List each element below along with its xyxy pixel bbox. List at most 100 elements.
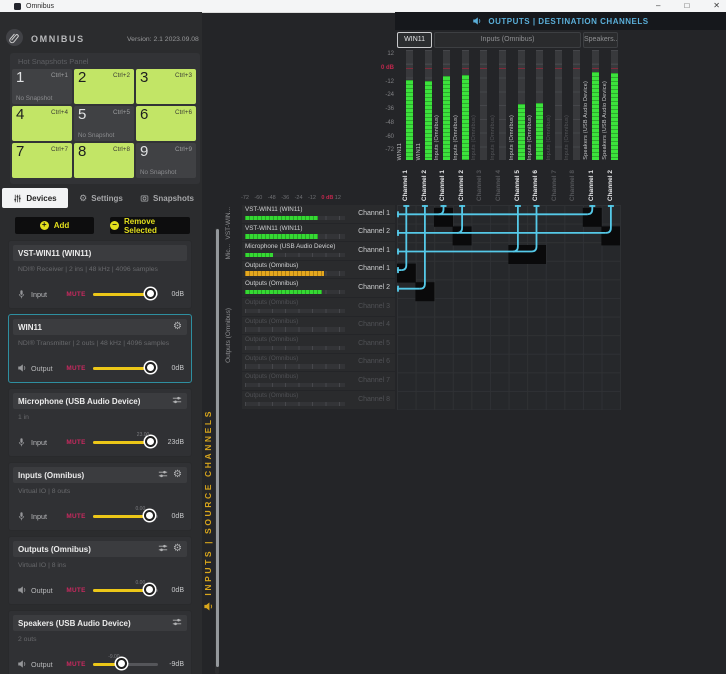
source-channel-row[interactable]: Outputs (Omnibus)Channel 2 — [242, 279, 395, 297]
source-channel-row[interactable]: Outputs (Omnibus)Channel 4 — [242, 317, 395, 335]
destination-channel-header[interactable]: Channel 2 — [602, 164, 621, 203]
slider-knob[interactable] — [116, 658, 127, 669]
device-card[interactable]: Speakers (USB Audio Device)2 outsOutputM… — [8, 610, 192, 674]
destination-group-inputs-omnibus-[interactable]: Inputs (Omnibus) — [434, 32, 581, 48]
destination-channel-header[interactable]: Channel 1 — [583, 164, 602, 203]
destination-channel-header[interactable]: Channel 2 — [453, 164, 472, 203]
gear-icon[interactable]: ⚙ — [173, 544, 182, 554]
meter-zero-line — [462, 68, 469, 69]
mute-button[interactable]: MUTE — [63, 291, 89, 298]
volume-slider[interactable] — [93, 362, 158, 374]
snapshot-slot-2[interactable]: 2Ctrl+2 — [74, 69, 134, 104]
source-channel-row[interactable]: Outputs (Omnibus)Channel 5 — [242, 335, 395, 353]
meter-track — [425, 50, 432, 160]
tab-devices[interactable]: Devices — [2, 188, 68, 208]
device-card[interactable]: VST-WIN11 (WIN11)NDI® Receiver | 2 ins |… — [8, 240, 192, 309]
snapshot-note: No Snapshot — [78, 132, 114, 139]
volume-slider[interactable]: 0.00 — [93, 510, 158, 522]
slider-knob[interactable] — [145, 436, 156, 447]
source-channel-row[interactable]: VST-WIN11 (WIN11)Channel 1 — [242, 205, 395, 223]
scrollbar-thumb[interactable] — [216, 229, 219, 667]
mute-button[interactable]: MUTE — [63, 661, 89, 668]
device-card[interactable]: Microphone (USB Audio Device)1 inInputMU… — [8, 388, 192, 457]
close-button[interactable]: ✕ — [713, 0, 720, 12]
source-channel-row[interactable]: Outputs (Omnibus)Channel 6 — [242, 354, 395, 372]
source-list-scrollbar[interactable] — [215, 228, 219, 674]
destination-channel-header[interactable]: Channel 4 — [490, 164, 509, 203]
source-meter-fill — [245, 253, 273, 258]
mixer-icon[interactable] — [172, 614, 182, 632]
source-meter-track — [245, 271, 345, 276]
volume-slider[interactable] — [93, 288, 158, 300]
output-meter: Speakers (USB Audio Device) — [583, 48, 602, 162]
minimize-button[interactable]: – — [656, 0, 660, 12]
group-label: WIN11 — [398, 33, 431, 47]
destination-channel-header[interactable]: Channel 2 — [416, 164, 435, 203]
omnibus-app-window: Omnibus – □ ✕ OMNIBUS Version: 2.1 2023.… — [0, 0, 726, 674]
gear-icon[interactable]: ⚙ — [173, 470, 182, 480]
source-channel-row[interactable]: Microphone (USB Audio Device)Channel 1 — [242, 242, 395, 260]
destination-channel-header[interactable]: Channel 7 — [546, 164, 565, 203]
source-meter-track — [245, 364, 345, 369]
source-channel-row[interactable]: Outputs (Omnibus)Channel 8 — [242, 391, 395, 409]
destination-channel-header[interactable]: Channel 1 — [434, 164, 453, 203]
slider-knob[interactable] — [145, 362, 156, 373]
slider-knob[interactable] — [145, 288, 156, 299]
destination-channel-header[interactable]: Channel 1 — [397, 164, 416, 203]
snapshot-slot-3[interactable]: 3Ctrl+3 — [136, 69, 196, 104]
snapshot-slot-9[interactable]: 9Ctrl+9No Snapshot — [136, 143, 196, 178]
destination-channel-header[interactable]: Channel 5 — [509, 164, 528, 203]
snapshot-slot-7[interactable]: 7Ctrl+7 — [12, 143, 72, 178]
slider-knob[interactable] — [144, 510, 155, 521]
destination-group-win11[interactable]: WIN11 — [397, 32, 432, 48]
tab-settings[interactable]: ⚙Settings — [68, 188, 134, 208]
channel-label: Channel 1 — [402, 170, 409, 201]
snapshot-slot-1[interactable]: 1Ctrl+1No Snapshot — [12, 69, 72, 104]
mixer-icon[interactable] — [172, 392, 182, 410]
matrix-connections-svg[interactable] — [397, 205, 620, 410]
slider-knob[interactable] — [144, 584, 155, 595]
mute-button[interactable]: MUTE — [63, 439, 89, 446]
snapshot-slot-4[interactable]: 4Ctrl+4 — [12, 106, 72, 141]
snapshot-slot-6[interactable]: 6Ctrl+6 — [136, 106, 196, 141]
device-card[interactable]: Outputs (Omnibus)⚙Virtual IO | 8 insOutp… — [8, 536, 192, 605]
source-channel-label: Channel 5 — [358, 340, 390, 347]
snapshot-slot-5[interactable]: 5Ctrl+5No Snapshot — [74, 106, 134, 141]
snapshot-shortcut: Ctrl+9 — [175, 146, 192, 153]
source-channel-row[interactable]: Outputs (Omnibus)Channel 3 — [242, 298, 395, 316]
source-channel-label: Channel 3 — [358, 303, 390, 310]
source-meter-track — [245, 290, 345, 295]
slider-value-readout: 23.00 — [137, 432, 150, 438]
volume-slider[interactable]: 0.00 — [93, 584, 158, 596]
device-card[interactable]: Inputs (Omnibus)⚙Virtual IO | 8 outsInpu… — [8, 462, 192, 531]
meter-device-label: Speakers (USB Audio Device) — [583, 81, 589, 160]
mute-button[interactable]: MUTE — [63, 587, 89, 594]
snapshot-slot-8[interactable]: 8Ctrl+8 — [74, 143, 134, 178]
mixer-icon[interactable] — [158, 466, 168, 484]
source-channel-row[interactable]: VST-WIN11 (WIN11)Channel 2 — [242, 224, 395, 242]
destination-group-speakers-[interactable]: Speakers... — [583, 32, 618, 48]
destination-channel-header[interactable]: Channel 8 — [564, 164, 583, 203]
source-channel-row[interactable]: Outputs (Omnibus)Channel 7 — [242, 372, 395, 390]
slider-value-readout: -9.00 — [108, 654, 119, 660]
tab-snapshots[interactable]: Snapshots — [134, 188, 200, 208]
add-device-button[interactable]: + Add — [15, 217, 94, 234]
gear-icon[interactable]: ⚙ — [173, 322, 182, 332]
mute-button[interactable]: MUTE — [63, 513, 89, 520]
device-card[interactable]: WIN11⚙NDI® Transmitter | 2 outs | 48 kHz… — [8, 314, 192, 383]
add-button-label: Add — [54, 221, 70, 230]
hot-snapshots-panel: Hot Snapshots Panel 1Ctrl+1No Snapshot2C… — [10, 53, 200, 184]
mute-button[interactable]: MUTE — [63, 365, 89, 372]
maximize-button[interactable]: □ — [684, 0, 689, 12]
volume-slider[interactable]: 23.00 — [93, 436, 158, 448]
destination-channel-header[interactable]: Channel 6 — [527, 164, 546, 203]
destination-channel-header[interactable]: Channel 3 — [471, 164, 490, 203]
routing-connections[interactable] — [397, 205, 621, 410]
output-meter: Inputs (Omnibus) — [453, 48, 472, 162]
source-channel-row[interactable]: Outputs (Omnibus)Channel 1 — [242, 261, 395, 279]
channel-label: Channel 2 — [607, 170, 614, 201]
volume-slider[interactable]: -9.00 — [93, 658, 158, 670]
snapshot-shortcut: Ctrl+6 — [175, 109, 192, 116]
remove-selected-button[interactable]: − Remove Selected — [110, 217, 190, 234]
mixer-icon[interactable] — [158, 540, 168, 558]
